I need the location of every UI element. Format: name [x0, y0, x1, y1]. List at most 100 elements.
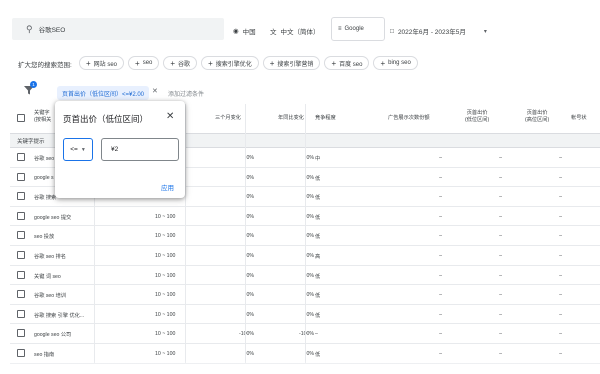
avg-searches-cell: 10 ~ 100	[155, 311, 176, 318]
yoy-cell: 0%	[306, 155, 315, 161]
plus-icon: +	[170, 58, 176, 68]
select-all-checkbox[interactable]	[17, 114, 25, 122]
bid-low-cell: –	[499, 252, 502, 259]
location-label: 中国	[242, 29, 256, 36]
three-month-cell: 0%	[246, 233, 255, 240]
col-yoy-change[interactable]: 年同比变化	[278, 114, 304, 121]
ad-share-cell: –	[439, 155, 442, 161]
row-checkbox[interactable]	[17, 309, 25, 318]
close-icon[interactable]: ✕	[152, 87, 158, 95]
bid-high-cell: –	[559, 174, 562, 181]
search-engine-selector[interactable]: ≡ Google	[331, 17, 385, 41]
chip-bing-seo[interactable]: + bing seo	[373, 56, 418, 70]
competition-cell: –	[315, 331, 318, 338]
filter-icon[interactable]: 1	[23, 81, 37, 96]
keyword-cell: 谷歌 seo 排名	[34, 253, 66, 260]
bid-low-cell: –	[499, 194, 502, 201]
search-value: 谷歌SEO	[38, 27, 66, 34]
chip-google[interactable]: + 谷歌	[163, 56, 198, 70]
bid-low-cell: –	[499, 292, 502, 299]
row-checkbox[interactable]	[17, 290, 25, 299]
bid-high-cell: –	[559, 194, 562, 201]
ad-share-cell: –	[439, 174, 442, 181]
three-month-cell: 0%	[246, 194, 255, 201]
three-month-cell: 0%	[246, 272, 255, 279]
bid-high-cell: –	[559, 213, 562, 220]
three-month-cell: 0%	[246, 292, 255, 299]
column-divider	[245, 104, 246, 364]
date-range-selector[interactable]: □ 2022年6月 - 2023年5月 ▾	[390, 26, 487, 37]
row-checkbox[interactable]	[17, 172, 25, 181]
plus-icon: +	[380, 58, 386, 68]
avg-searches-cell: 10 ~ 100	[155, 331, 176, 338]
close-icon[interactable]: ✕	[166, 111, 174, 122]
col-bid-high[interactable]: 页首出价 (高位区间)	[525, 110, 549, 124]
row-checkbox[interactable]	[17, 329, 25, 338]
chip-sem[interactable]: + 搜索引擎营销	[262, 56, 321, 70]
location-pin-icon: ◉	[233, 28, 239, 35]
apply-button[interactable]: 应用	[161, 182, 174, 192]
bid-low-cell: –	[499, 174, 502, 181]
col-bid-low[interactable]: 页首出价 (低位区间)	[465, 110, 489, 124]
row-checkbox[interactable]	[17, 211, 25, 220]
location-selector[interactable]: ◉ 中国	[233, 26, 256, 36]
keyword-cell: 谷歌 seo	[34, 156, 55, 162]
row-checkbox[interactable]	[17, 231, 25, 240]
col-account-status[interactable]: 帐号状	[571, 114, 587, 121]
competition-cell: 低	[315, 351, 321, 358]
active-filter-chip[interactable]: 页首出价（低位区间）<=¥2.00	[57, 86, 150, 100]
row-checkbox[interactable]	[17, 270, 25, 279]
yoy-cell: 0%	[306, 292, 315, 299]
chip-baidu-seo[interactable]: + 百度 seo	[324, 56, 370, 70]
chevron-down-icon: ▾	[483, 28, 487, 35]
ad-share-cell: –	[439, 311, 442, 318]
row-checkbox[interactable]	[17, 250, 25, 259]
chip-seo-optimization[interactable]: + 搜索引擎优化	[201, 56, 259, 70]
bid-value-input[interactable]: ¥2	[101, 138, 179, 161]
keyword-cell: 谷歌 搜索 引擎 优化...	[34, 312, 85, 319]
operator-select[interactable]: <= ▼	[63, 138, 93, 161]
date-range-label: 2022年6月 - 2023年5月	[397, 29, 466, 36]
row-checkbox[interactable]	[17, 192, 25, 201]
plus-icon: +	[208, 58, 213, 68]
avg-searches-cell: 10 ~ 100	[155, 252, 176, 259]
keyword-cell: 谷歌 搜索	[34, 195, 57, 202]
col-three-month-change[interactable]: 三个月变化	[215, 114, 241, 121]
plus-icon: +	[86, 58, 91, 68]
three-month-cell: 0%	[246, 174, 255, 181]
chip-website-seo[interactable]: + 网站 seo	[79, 56, 125, 70]
bid-low-cell: –	[499, 233, 502, 240]
bid-low-cell: –	[499, 331, 502, 338]
col-ad-impression-share[interactable]: 广告展示次数份额	[388, 114, 430, 121]
bid-high-cell: –	[559, 252, 562, 259]
three-month-cell: 0%	[246, 311, 255, 318]
three-month-cell: 0%	[246, 350, 255, 357]
ad-share-cell: –	[439, 213, 442, 220]
bid-low-cell: –	[499, 272, 502, 279]
three-month-cell: -100%	[239, 331, 254, 338]
bid-low-cell: –	[499, 350, 502, 357]
add-filter-link[interactable]: 添加过滤条件	[168, 89, 204, 98]
avg-searches-cell: 10 ~ 100	[155, 233, 176, 240]
competition-cell: 低	[315, 195, 321, 202]
row-checkbox[interactable]	[17, 348, 25, 357]
yoy-cell: 0%	[306, 194, 315, 201]
plus-icon: +	[269, 58, 275, 68]
chip-seo[interactable]: + seo	[128, 56, 160, 70]
column-divider	[185, 104, 186, 364]
calendar-icon: □	[390, 27, 394, 35]
translate-icon: 文	[270, 29, 277, 36]
bid-high-cell: –	[559, 350, 562, 357]
row-checkbox[interactable]	[17, 153, 25, 161]
operator-value: <=	[70, 146, 78, 153]
competition-cell: 低	[315, 312, 321, 319]
col-keyword[interactable]: 关键字 (按相关	[34, 110, 51, 124]
bid-high-cell: –	[559, 272, 562, 279]
ad-share-cell: –	[439, 233, 442, 240]
bid-high-cell: –	[559, 331, 562, 338]
ad-share-cell: –	[439, 331, 442, 338]
col-competition[interactable]: 竞争程度	[315, 114, 336, 121]
column-divider	[305, 104, 306, 364]
language-selector[interactable]: 文 中文（简体）	[270, 26, 320, 36]
keyword-search-box[interactable]: ⚲ 谷歌SEO	[12, 18, 224, 40]
